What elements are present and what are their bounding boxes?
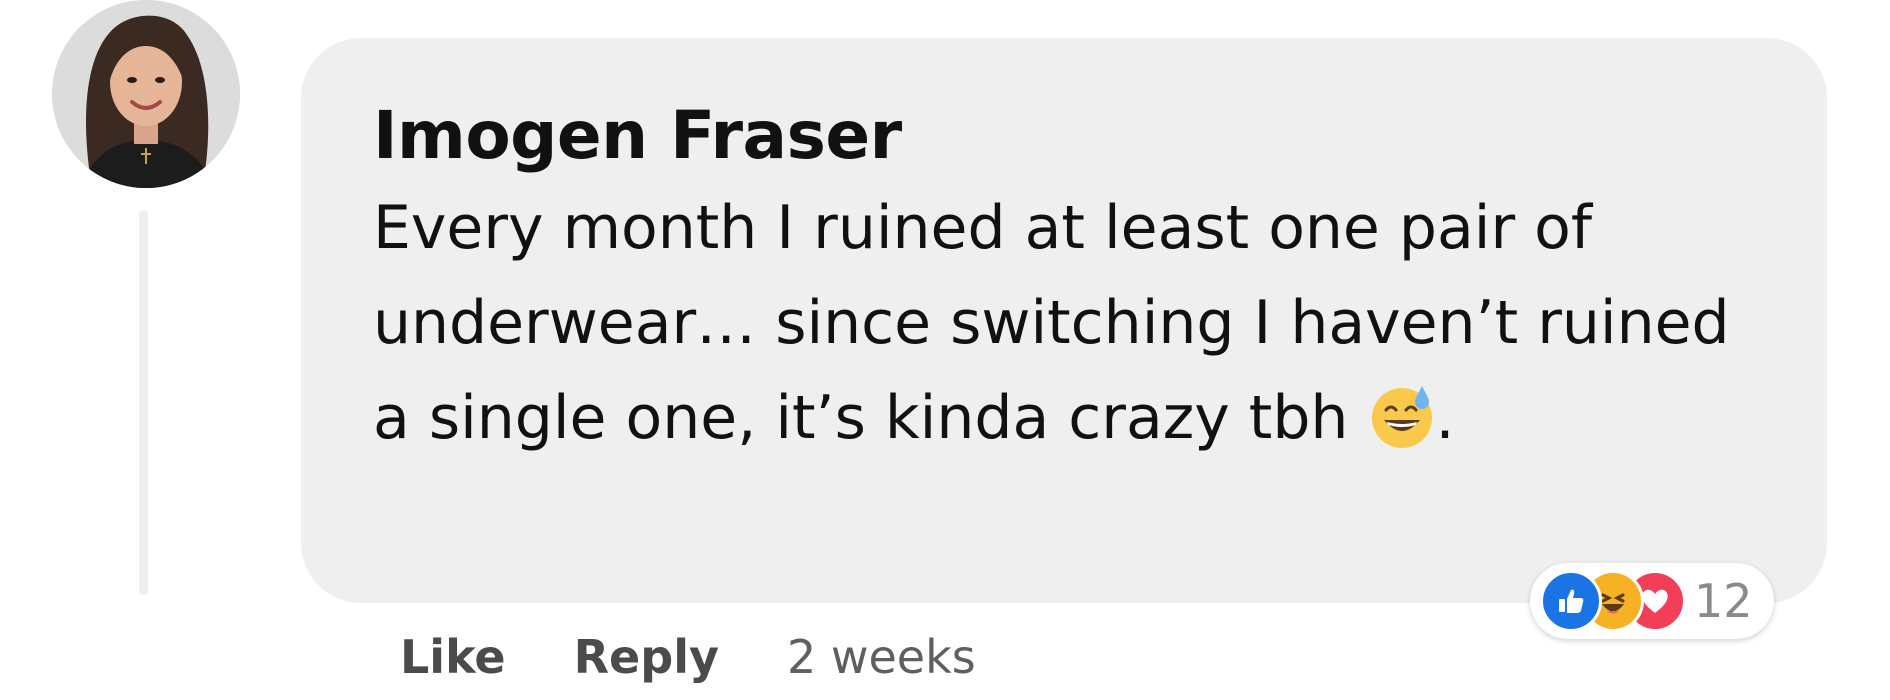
like-icon <box>1540 570 1602 632</box>
comment-period: . <box>1435 383 1455 454</box>
grinning-face-with-sweat-icon <box>1368 382 1436 450</box>
comment-text: Every month I ruined at least one pair o… <box>373 181 1747 466</box>
comment-timestamp[interactable]: 2 weeks <box>787 630 976 684</box>
comment-author[interactable]: Imogen Fraser <box>373 96 1747 175</box>
comment-actions: Like Reply 2 weeks <box>400 630 976 684</box>
like-button[interactable]: Like <box>400 630 506 684</box>
reactions-summary[interactable]: 12 <box>1530 563 1774 639</box>
comment-bubble: Imogen Fraser Every month I ruined at le… <box>301 38 1827 603</box>
avatar[interactable] <box>52 0 240 188</box>
reaction-count: 12 <box>1694 574 1753 628</box>
reply-button[interactable]: Reply <box>574 630 719 684</box>
thread-line <box>139 210 148 595</box>
comment-body: Every month I ruined at least one pair o… <box>373 193 1730 454</box>
avatar-photo <box>52 0 240 188</box>
